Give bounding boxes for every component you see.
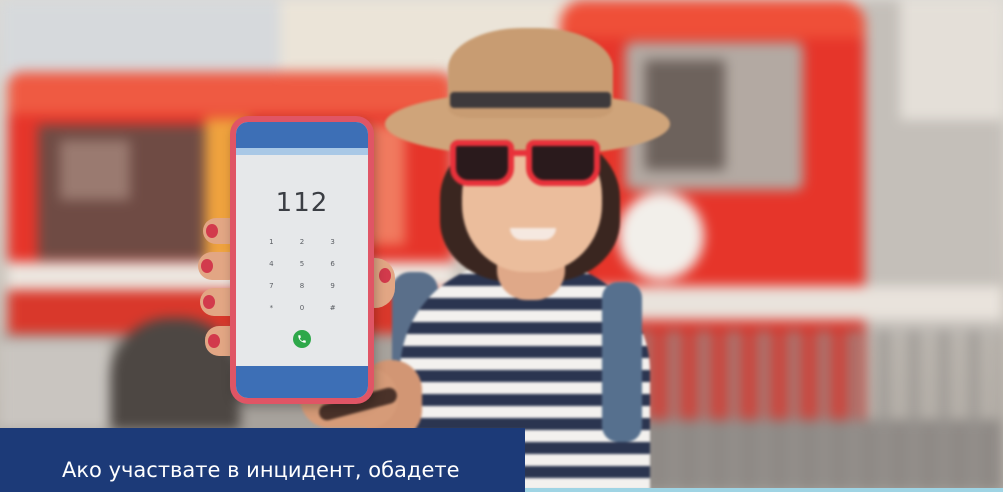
sunglasses-left-lens bbox=[450, 140, 514, 186]
smile bbox=[510, 228, 556, 240]
keypad-key[interactable]: 5 bbox=[287, 260, 318, 269]
keypad-key[interactable]: 7 bbox=[256, 282, 287, 291]
keypad-key[interactable]: 9 bbox=[317, 282, 348, 291]
fingernail bbox=[201, 259, 213, 273]
call-button[interactable] bbox=[293, 330, 311, 348]
keypad-key[interactable]: 1 bbox=[256, 238, 287, 247]
keypad-key[interactable]: 2 bbox=[287, 238, 318, 247]
keypad-key[interactable]: 3 bbox=[317, 238, 348, 247]
fingernail bbox=[203, 295, 215, 309]
accent-line bbox=[525, 488, 1003, 492]
keypad-key[interactable]: 4 bbox=[256, 260, 287, 269]
phone-call-icon bbox=[298, 335, 306, 343]
sunglasses-right-lens bbox=[526, 140, 600, 186]
keypad-key[interactable]: 0 bbox=[287, 304, 318, 313]
keypad-key[interactable]: * bbox=[256, 304, 287, 313]
thumbnail bbox=[379, 268, 391, 283]
phone-nav-bar bbox=[236, 366, 368, 398]
dialed-number: 112 bbox=[275, 188, 329, 218]
caption-box: Ако участвате в инцидент, обадете bbox=[0, 428, 525, 492]
fingernail bbox=[208, 334, 220, 348]
photo-scene: 112 1 2 3 4 5 6 7 8 9 * 0 # Ако участват… bbox=[0, 0, 1003, 492]
fingernail bbox=[206, 224, 218, 238]
phone-status-bar bbox=[236, 122, 368, 148]
hat-band bbox=[450, 92, 611, 108]
caption-text: Ако участвате в инцидент, обадете bbox=[62, 458, 460, 482]
phone-status-band bbox=[236, 148, 368, 155]
dial-keypad: 1 2 3 4 5 6 7 8 9 * 0 # bbox=[256, 238, 348, 313]
woman-figure bbox=[0, 0, 1003, 492]
phone-screen: 112 1 2 3 4 5 6 7 8 9 * 0 # bbox=[236, 122, 368, 398]
keypad-key[interactable]: 8 bbox=[287, 282, 318, 291]
keypad-key[interactable]: 6 bbox=[317, 260, 348, 269]
backpack-strap-right bbox=[602, 282, 642, 442]
keypad-key[interactable]: # bbox=[317, 304, 348, 313]
